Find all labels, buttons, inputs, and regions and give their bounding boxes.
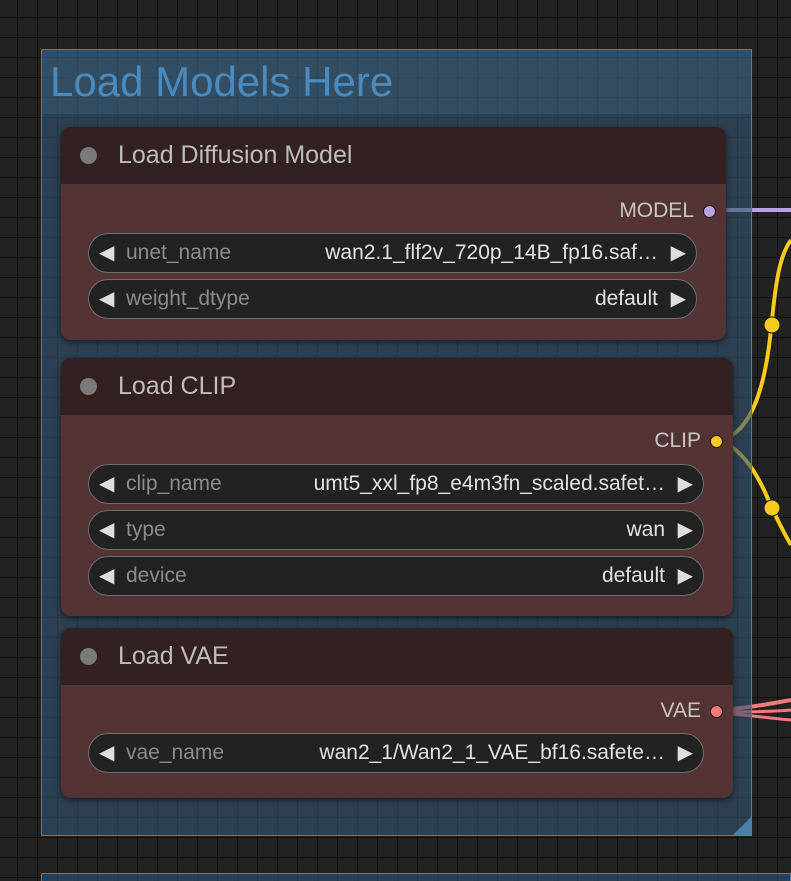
widget-value[interactable]: default [595, 287, 658, 311]
output-slot-dot-icon[interactable] [703, 204, 716, 218]
group-resize-handle[interactable] [733, 817, 751, 835]
output-slot-dot-icon[interactable] [710, 704, 723, 718]
node-header[interactable]: Load CLIP [61, 358, 733, 415]
increment-arrow-icon[interactable]: ▶ [671, 240, 686, 266]
widget-vae-name[interactable]: ◀ vae_name wan2_1/Wan2_1_VAE_bf16.safete… [88, 733, 704, 773]
widget-value[interactable]: wan2_1/Wan2_1_VAE_bf16.safete… [265, 741, 665, 765]
group-title: Load Models Here [50, 58, 394, 105]
increment-arrow-icon[interactable]: ▶ [678, 563, 693, 589]
node-collapse-dot-icon[interactable] [80, 648, 97, 665]
widget-name: unet_name [126, 241, 232, 264]
node-title: Load VAE [118, 642, 229, 670]
decrement-arrow-icon[interactable]: ◀ [99, 286, 114, 312]
node-header[interactable]: Load Diffusion Model [61, 127, 726, 184]
widget-name: weight_dtype [126, 287, 250, 310]
node-collapse-dot-icon[interactable] [80, 378, 97, 395]
widget-type[interactable]: ◀ type wan ▶ [88, 510, 704, 550]
increment-arrow-icon[interactable]: ▶ [671, 286, 686, 312]
increment-arrow-icon[interactable]: ▶ [678, 740, 693, 766]
output-label: MODEL [619, 199, 694, 222]
group-header[interactable]: Load Models Here [42, 50, 751, 114]
output-label: CLIP [654, 429, 701, 452]
widget-value[interactable]: wan2.1_flf2v_720p_14B_fp16.saf… [268, 241, 658, 265]
widget-clip-name[interactable]: ◀ clip_name umt5_xxl_fp8_e4m3fn_scaled.s… [88, 464, 704, 504]
widget-unet-name[interactable]: ◀ unet_name wan2.1_flf2v_720p_14B_fp16.s… [88, 233, 697, 273]
node-title: Load CLIP [118, 372, 237, 400]
output-label: VAE [660, 699, 701, 722]
node-load-clip[interactable]: Load CLIP CLIP ◀ clip_name umt5_xxl_fp8_… [61, 358, 733, 616]
node-title: Load Diffusion Model [118, 141, 353, 169]
increment-arrow-icon[interactable]: ▶ [678, 517, 693, 543]
widget-name: device [126, 564, 187, 587]
widget-value[interactable]: default [602, 564, 665, 588]
clip-link-midpoint-upper[interactable] [763, 316, 781, 334]
output-vae[interactable]: VAE [661, 699, 723, 723]
widget-value[interactable]: umt5_xxl_fp8_e4m3fn_scaled.safet… [255, 472, 665, 496]
increment-arrow-icon[interactable]: ▶ [678, 471, 693, 497]
decrement-arrow-icon[interactable]: ◀ [99, 240, 114, 266]
decrement-arrow-icon[interactable]: ◀ [99, 471, 114, 497]
decrement-arrow-icon[interactable]: ◀ [99, 563, 114, 589]
output-clip[interactable]: CLIP [654, 429, 723, 453]
widget-value[interactable]: wan [626, 518, 665, 542]
output-slot-dot-icon[interactable] [710, 434, 723, 448]
output-model[interactable]: MODEL [619, 199, 716, 223]
widget-device[interactable]: ◀ device default ▶ [88, 556, 704, 596]
node-load-vae[interactable]: Load VAE VAE ◀ vae_name wan2_1/Wan2_1_VA… [61, 628, 733, 798]
node-header[interactable]: Load VAE [61, 628, 733, 685]
decrement-arrow-icon[interactable]: ◀ [99, 517, 114, 543]
node-load-diffusion-model[interactable]: Load Diffusion Model MODEL ◀ unet_name w… [61, 127, 726, 340]
next-group-edge[interactable] [41, 873, 791, 881]
decrement-arrow-icon[interactable]: ◀ [99, 740, 114, 766]
node-collapse-dot-icon[interactable] [80, 147, 97, 164]
clip-link-midpoint-lower[interactable] [763, 499, 781, 517]
widget-name: clip_name [126, 472, 222, 495]
widget-name: type [126, 518, 166, 541]
widget-name: vae_name [126, 741, 225, 764]
widget-weight-dtype[interactable]: ◀ weight_dtype default ▶ [88, 279, 697, 319]
